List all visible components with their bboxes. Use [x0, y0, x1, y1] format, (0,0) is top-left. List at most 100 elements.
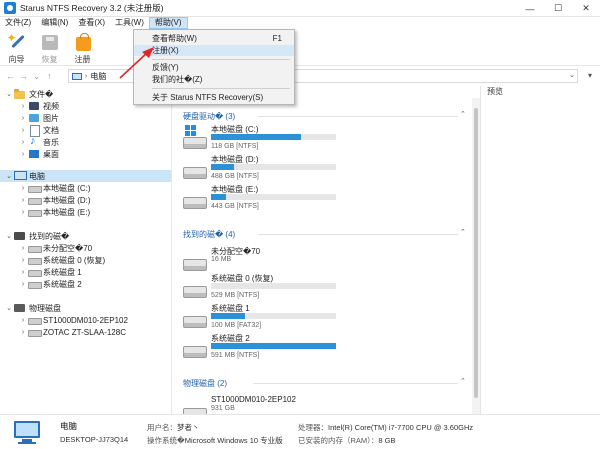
chevron-right-icon[interactable]: › [18, 139, 28, 146]
menu-tools[interactable]: 工具(W) [110, 17, 149, 29]
usage-bar [211, 313, 336, 319]
chevron-right-icon[interactable]: › [18, 329, 28, 336]
drive-list: 硬盘驱动� (3) ⌃ 本地磁盘 (C:) 118 GB [NTFS] 本地磁盘… [173, 98, 480, 414]
menu-help[interactable]: 帮助(V) [148, 17, 188, 29]
chevron-down-icon[interactable]: ⌄ [4, 304, 14, 312]
chevron-right-icon[interactable]: › [18, 317, 28, 324]
tree-item-system-disk-0[interactable]: › 系统磁盘 0 (恢复) [18, 254, 105, 266]
tree-item-drive-e[interactable]: › 本地磁盘 (E:) [18, 206, 90, 218]
drive-item[interactable]: 本地磁盘 (D:) 488 GB [NTFS] [183, 154, 343, 184]
drive-item[interactable]: 系统磁盘 1 100 MB [FAT32] [183, 303, 343, 333]
chevron-right-icon[interactable]: › [18, 103, 28, 110]
tree-found[interactable]: ⌄ 找到的磁� [4, 230, 69, 242]
status-user-value: 梦者丶 [177, 423, 200, 432]
tree-item-physical-0[interactable]: › ST1000DM010-2EP102 [18, 314, 128, 326]
tree-item-drive-c[interactable]: › 本地磁盘 (C:) [18, 182, 91, 194]
menu-item-about[interactable]: 关于 Starus NTFS Recovery(S) [134, 92, 294, 103]
vertical-scrollbar[interactable] [472, 98, 480, 414]
preview-title: 预览 [480, 86, 600, 98]
magic-wand-icon: ✦ [7, 32, 27, 52]
chevron-right-icon[interactable]: › [18, 257, 28, 264]
status-os-value: Microsoft Windows 10 专业版 [184, 436, 283, 445]
drive-info: 931 GB [211, 405, 235, 412]
drive-info: 443 GB [NTFS] [211, 203, 259, 210]
chevron-right-icon[interactable]: › [18, 281, 28, 288]
computer-icon [72, 72, 82, 80]
tree-label: ST1000DM010-2EP102 [43, 315, 128, 325]
status-ram: 已安装的内存（RAM）：8 GB [298, 435, 396, 446]
computer-icon [12, 419, 44, 445]
register-button[interactable]: 注册 [66, 29, 99, 66]
tree-item-music[interactable]: › 音乐 [18, 135, 59, 148]
chevron-right-icon[interactable]: › [18, 185, 28, 192]
window-controls: — ☐ ✕ [516, 0, 600, 17]
menu-item-feedback[interactable]: 反馈(Y) [134, 62, 294, 73]
menu-item-community[interactable]: 我们的社�(Z) [134, 74, 294, 85]
shopping-bag-icon [73, 32, 93, 52]
chevron-down-icon[interactable]: ⌄ [4, 172, 14, 180]
drive-info: 529 MB [NTFS] [211, 292, 260, 299]
music-icon [28, 135, 40, 147]
tree-item-system-disk-1[interactable]: › 系统磁盘 1 [18, 266, 82, 278]
forward-button[interactable]: → [17, 67, 30, 85]
drive-info: 16 MB [211, 256, 232, 263]
chevron-down-icon[interactable]: ⌄ [4, 90, 14, 98]
tree-computer[interactable]: ⌄ 电脑 [0, 170, 171, 182]
address-dropdown-icon[interactable]: ⌄ [569, 71, 575, 79]
tree-item-unallocated[interactable]: › 未分配空�70 [18, 242, 92, 254]
chevron-up-icon[interactable]: ⌃ [460, 228, 466, 236]
back-button[interactable]: ← [4, 67, 17, 85]
maximize-button[interactable]: ☐ [544, 0, 572, 17]
tree-item-system-disk-2[interactable]: › 系统磁盘 2 [18, 278, 82, 290]
scroll-thumb[interactable] [474, 108, 478, 398]
menu-item-view-help[interactable]: 查看帮助(W) F1 [134, 33, 294, 44]
found-disks-icon [14, 231, 26, 241]
menu-bar: 文件(Z) 编辑(N) 查看(X) 工具(W) 帮助(V) [0, 17, 600, 29]
tree-physical[interactable]: ⌄ 物理磁盘 [4, 302, 61, 314]
drive-item[interactable]: 系统磁盘 2 591 MB [NTFS] [183, 333, 343, 363]
history-dropdown-button[interactable]: ⌄ [30, 67, 43, 85]
wizard-button[interactable]: ✦ 向导 [0, 29, 33, 66]
tree-item-documents[interactable]: › 文档 [18, 124, 59, 137]
drive-item[interactable]: ST1000DM010-2EP102 931 GB [183, 395, 343, 414]
drive-item[interactable]: 本地磁盘 (C:) 118 GB [NTFS] [183, 124, 343, 154]
chevron-down-icon[interactable]: ⌄ [4, 232, 14, 240]
menu-item-register[interactable]: 注册(X) [134, 45, 294, 56]
menu-edit[interactable]: 编辑(N) [36, 17, 73, 29]
computer-icon [14, 171, 27, 181]
tree-label: 视频 [43, 101, 59, 111]
chevron-right-icon[interactable]: › [18, 115, 28, 122]
tree-item-desktop[interactable]: › 桌面 [18, 148, 59, 160]
minimize-button[interactable]: — [516, 0, 544, 17]
picture-icon [28, 113, 40, 123]
chevron-right-icon[interactable]: › [18, 245, 28, 252]
hard-drive-icon [183, 282, 207, 300]
usage-bar [211, 134, 336, 140]
chevron-right-icon[interactable]: › [18, 209, 28, 216]
status-os: 操作系统�Microsoft Windows 10 专业版 [147, 435, 283, 446]
status-os-label: 操作系统� [147, 436, 185, 445]
tree-item-physical-1[interactable]: › ZOTAC ZT-SLAA-128C [18, 326, 126, 338]
restore-button[interactable]: 恢复 [33, 29, 66, 66]
tree-item-videos[interactable]: › 视频 [18, 100, 59, 112]
chevron-right-icon[interactable]: › [18, 151, 28, 158]
view-options-button[interactable]: ▾ [588, 71, 592, 80]
chevron-right-icon[interactable]: › [18, 127, 28, 134]
menu-file[interactable]: 文件(Z) [0, 17, 36, 29]
tree-item-drive-d[interactable]: › 本地磁盘 (D:) [18, 194, 91, 206]
chevron-up-icon[interactable]: ⌃ [460, 110, 466, 118]
chevron-right-icon[interactable]: › [18, 269, 28, 276]
tree-item-pictures[interactable]: › 图片 [18, 112, 59, 124]
up-button[interactable]: ↑ [43, 67, 56, 85]
tree-files[interactable]: ⌄ 文件� [4, 88, 53, 100]
menu-view[interactable]: 查看(X) [73, 17, 110, 29]
drive-item[interactable]: 未分配空�70 16 MB [183, 246, 343, 276]
drive-item[interactable]: 系统磁盘 0 (恢复) 529 MB [NTFS] [183, 273, 343, 303]
chevron-up-icon[interactable]: ⌃ [460, 377, 466, 385]
close-button[interactable]: ✕ [572, 0, 600, 17]
chevron-right-icon[interactable]: › [18, 197, 28, 204]
drive-item[interactable]: 本地磁盘 (E:) 443 GB [NTFS] [183, 184, 343, 214]
breadcrumb-path: 电脑 [90, 71, 107, 81]
folder-icon [14, 89, 26, 99]
tree-label: 本地磁盘 (E:) [43, 207, 91, 217]
